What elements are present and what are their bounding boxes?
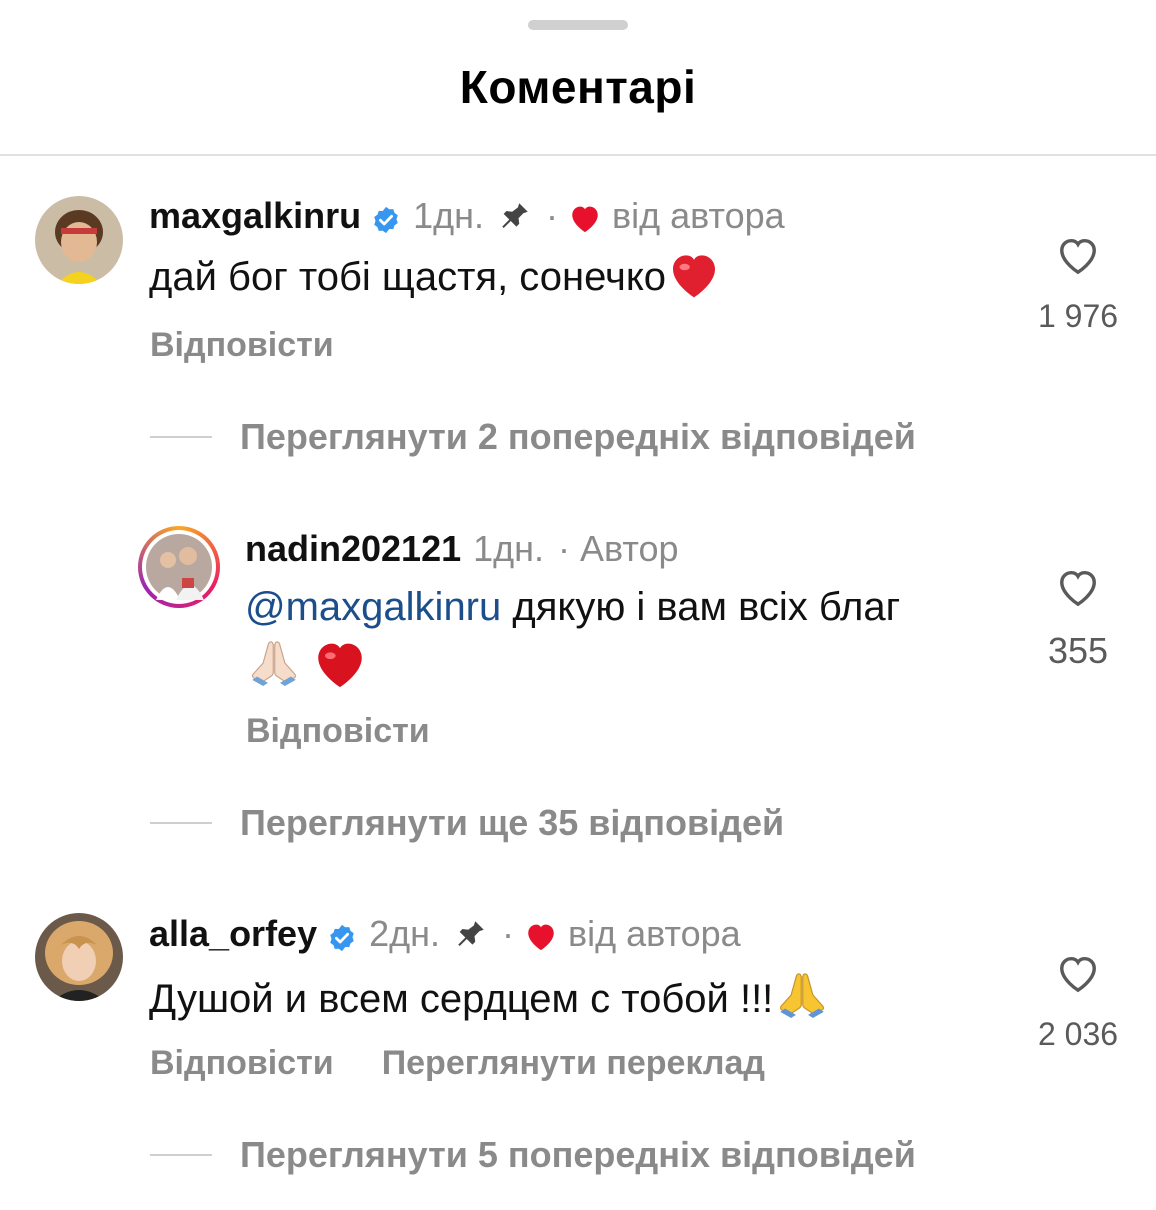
comment-text: дякую і вам всіх благ — [501, 585, 901, 629]
separator-dot: · — [502, 913, 515, 954]
like-control: 2 036 — [1028, 952, 1128, 1053]
like-count: 1 976 — [1037, 298, 1119, 334]
view-replies-button[interactable]: Переглянути ще 35 відповідей — [150, 802, 784, 844]
folded-hands-emoji — [773, 966, 831, 1024]
like-count: 2 036 — [1037, 1016, 1119, 1052]
author-role-label: Автор — [580, 528, 679, 569]
author-liked-heart-icon — [524, 918, 558, 951]
avatar-story-ring[interactable] — [138, 526, 220, 608]
avatar[interactable] — [35, 913, 123, 1001]
author-liked-heart-icon — [568, 200, 602, 233]
separator-dot: · — [546, 195, 559, 236]
comments-sheet: Коментарі maxgalkinru 1дн. · від автора … — [0, 0, 1156, 1210]
see-translation-button[interactable]: Переглянути переклад — [382, 1044, 765, 1082]
like-heart-icon[interactable] — [1055, 566, 1101, 608]
comment-text: Душой и всем сердцем с тобой !!! — [149, 977, 774, 1021]
like-heart-icon[interactable] — [1055, 234, 1101, 276]
pin-icon — [454, 917, 488, 951]
view-replies-label: Переглянути 5 попередніх відповідей — [240, 1134, 916, 1175]
comment-username[interactable]: nadin202121 — [245, 527, 461, 571]
comment-time: 1дн. — [473, 528, 545, 569]
comment-text-block: Душой и всем сердцем с тобой !!! — [149, 966, 831, 1026]
view-replies-line — [150, 822, 212, 824]
drag-handle[interactable] — [528, 20, 628, 30]
view-replies-line — [150, 1154, 212, 1156]
view-replies-label: Переглянути 2 попередніх відповідей — [240, 416, 916, 457]
author-liked-label: від автора — [612, 195, 785, 236]
pin-icon — [498, 199, 532, 233]
reply-button[interactable]: Відповісти — [150, 1044, 334, 1082]
author-liked-label: від автора — [568, 913, 741, 954]
mention-link[interactable]: @maxgalkinru — [245, 585, 501, 629]
comment-text-block: @maxgalkinru дякую і вам всіх благ — [245, 580, 900, 634]
red-heart-emoji — [666, 248, 722, 300]
reply-button[interactable]: Відповісти — [246, 712, 430, 750]
comment-time: 1дн. — [413, 195, 485, 236]
sheet-title: Коментарі — [459, 61, 697, 113]
view-replies-label: Переглянути ще 35 відповідей — [240, 802, 785, 843]
verified-badge-icon — [327, 919, 357, 952]
view-replies-line — [150, 436, 212, 438]
folded-hands-emoji — [245, 634, 303, 692]
verified-badge-icon — [371, 201, 401, 234]
like-heart-icon[interactable] — [1055, 952, 1101, 994]
avatar[interactable] — [35, 196, 123, 284]
comment-text-emojis — [245, 634, 369, 694]
comment-time: 2дн. — [369, 913, 441, 954]
view-replies-button[interactable]: Переглянути 5 попередніх відповідей — [150, 1134, 916, 1176]
comment-username[interactable]: alla_orfey — [149, 912, 317, 956]
comment-text: дай бог тобі щастя, сонечко — [149, 255, 667, 299]
header-divider — [0, 154, 1156, 156]
comment-username[interactable]: maxgalkinru — [149, 194, 361, 238]
reply-button[interactable]: Відповісти — [150, 326, 334, 364]
like-control: 1 976 — [1028, 234, 1128, 335]
like-count: 355 — [1047, 630, 1109, 671]
separator-dot: · — [558, 528, 571, 569]
view-replies-button[interactable]: Переглянути 2 попередніх відповідей — [150, 416, 916, 458]
like-control: 355 — [1028, 566, 1128, 672]
comment-text-block: дай бог тобі щастя, сонечко — [149, 248, 722, 304]
red-heart-emoji — [311, 636, 369, 690]
